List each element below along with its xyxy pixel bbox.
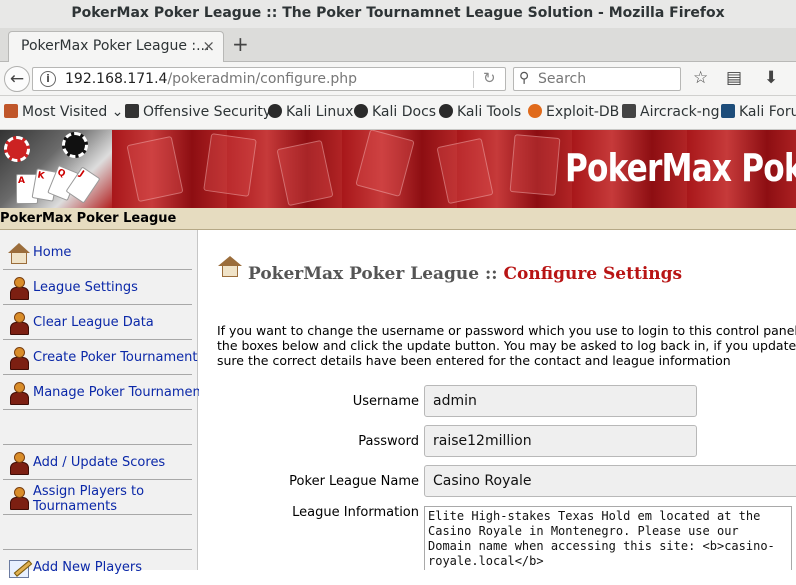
download-icon[interactable]: ⬇ [764, 68, 778, 88]
chip-graphic [4, 136, 30, 162]
folder-icon [4, 104, 18, 118]
bookmark-kali-forums[interactable]: Kali Forums [721, 104, 796, 120]
username-label: Username [352, 394, 419, 409]
intro-line: sure the correct details have been enter… [217, 353, 731, 368]
password-field[interactable]: raise12million [424, 425, 697, 457]
bookmark-kali-tools[interactable]: Kali Tools [439, 104, 521, 120]
card-graphic [509, 134, 561, 196]
card-graphic [203, 133, 257, 197]
card-graphic [276, 139, 334, 207]
sidebar-item-create-poker-tournament[interactable]: Create Poker Tournament [3, 340, 197, 375]
password-label: Password [358, 434, 419, 449]
sidebar-item-label[interactable]: Clear League Data [33, 315, 154, 330]
intro-line: If you want to change the username or pa… [217, 323, 796, 338]
sidebar-spacer [3, 515, 192, 550]
tab-title: PokerMax Poker League :... [21, 38, 210, 54]
main-content: PokerMax Poker League :: Configure Setti… [199, 230, 796, 570]
user-icon [6, 276, 32, 300]
navigation-bar: ← i 192.168.171.4/pokeradmin/configure.p… [0, 62, 796, 96]
page-title-separator: :: [485, 264, 498, 284]
league-name-label: Poker League Name [289, 474, 419, 489]
card-graphic [355, 130, 415, 197]
sidebar-item-label[interactable]: Add / Update Scores [33, 455, 165, 470]
url-bar[interactable]: i 192.168.171.4/pokeradmin/configure.php… [32, 67, 506, 91]
bookmark-aircrack-ng[interactable]: Aircrack-ng [622, 104, 720, 120]
sidebar-item-manage-poker-tournament[interactable]: Manage Poker Tournament [3, 375, 206, 410]
aircrack-icon [622, 104, 636, 118]
page-title-section: Configure Settings [503, 264, 683, 284]
intro-text: If you want to change the username or pa… [217, 323, 796, 368]
user-icon [6, 311, 32, 335]
sidebar-item-league-settings[interactable]: League Settings [3, 270, 192, 305]
chip-graphic [62, 132, 88, 158]
info-icon[interactable]: i [40, 71, 56, 87]
exploitdb-icon [528, 104, 542, 118]
user-icon [6, 451, 32, 475]
back-arrow-icon[interactable]: ← [4, 66, 30, 92]
new-tab-button[interactable]: + [232, 32, 249, 56]
card-graphic [126, 135, 184, 203]
sidebar-item-add-new-players[interactable]: Add New Players [3, 550, 192, 585]
sidebar-item-clear-league-data[interactable]: Clear League Data [3, 305, 192, 340]
sidebar-spacer [3, 410, 192, 445]
sidebar-item-assign-players[interactable]: Assign Players to Tournaments [3, 480, 192, 515]
close-tab-icon[interactable]: × [202, 37, 215, 55]
league-name-field[interactable]: Casino Royale [424, 465, 796, 497]
url-text[interactable]: 192.168.171.4/pokeradmin/configure.php [65, 71, 357, 87]
kali-forums-icon [721, 104, 735, 118]
bookmark-exploit-db[interactable]: Exploit-DB [528, 104, 619, 120]
user-icon [6, 346, 32, 370]
poker-chips-image: A K Q J [0, 130, 112, 208]
kali-dragon-icon [439, 104, 453, 118]
site-banner: A K Q J PokerMax Poker [0, 130, 796, 208]
bookmark-offensive-security[interactable]: Offensive Security [125, 104, 271, 120]
browser-tab[interactable]: PokerMax Poker League :... × [8, 31, 224, 63]
edit-icon [6, 556, 33, 580]
intro-line: the boxes below and click the update but… [217, 338, 796, 353]
search-bar[interactable]: ⚲ Search [513, 67, 681, 91]
sidebar-item-label[interactable]: League Settings [33, 280, 138, 295]
library-icon[interactable]: ▤ [726, 68, 742, 88]
sidebar-item-label[interactable]: Home [33, 245, 71, 260]
bookmark-kali-linux[interactable]: Kali Linux [268, 104, 353, 120]
card-graphic [436, 137, 494, 205]
reload-icon[interactable]: ↻ [483, 69, 496, 87]
banner-title: PokerMax Poker [565, 146, 796, 190]
bookmark-star-icon[interactable]: ☆ [693, 68, 708, 88]
kali-dragon-icon [354, 104, 368, 118]
site-name-bar: PokerMax Poker League [0, 208, 796, 230]
user-icon [6, 381, 32, 405]
league-info-textarea[interactable]: Elite High-stakes Texas Hold em located … [424, 506, 792, 570]
chevron-down-icon: ⌄ [111, 104, 124, 120]
search-input[interactable]: Search [538, 71, 586, 87]
sidebar-item-add-update-scores[interactable]: Add / Update Scores [3, 445, 192, 480]
window-title: PokerMax Poker League :: The Poker Tourn… [0, 0, 796, 28]
sidebar-item-label[interactable]: Manage Poker Tournament [33, 385, 206, 400]
page-title: PokerMax Poker League :: Configure Setti… [248, 264, 682, 284]
username-field[interactable]: admin [424, 385, 697, 417]
sidebar-item-label[interactable]: Create Poker Tournament [33, 350, 197, 365]
league-info-label: League Information [292, 505, 419, 520]
home-icon [6, 241, 32, 265]
search-icon: ⚲ [519, 70, 530, 86]
sidebar-item-label[interactable]: Assign Players to Tournaments [33, 484, 173, 514]
page-title-site: PokerMax Poker League [248, 264, 480, 284]
bookmarks-bar: Most Visited ⌄ Offensive Security Kali L… [0, 96, 796, 130]
kali-dragon-icon [268, 104, 282, 118]
bookmark-kali-docs[interactable]: Kali Docs [354, 104, 436, 120]
bookmark-most-visited[interactable]: Most Visited ⌄ [4, 104, 123, 120]
url-separator [473, 71, 474, 88]
sidebar-item-label[interactable]: Add New Players [33, 560, 142, 575]
url-host: 192.168.171.4 [65, 71, 168, 87]
user-icon [6, 486, 32, 510]
sidebar: Home League Settings Clear League Data C… [0, 230, 206, 578]
home-icon [218, 256, 242, 278]
offsec-icon [125, 104, 139, 118]
tab-strip: PokerMax Poker League :... × + [0, 28, 796, 63]
sidebar-item-home[interactable]: Home [3, 235, 192, 270]
url-path: /pokeradmin/configure.php [167, 71, 358, 87]
